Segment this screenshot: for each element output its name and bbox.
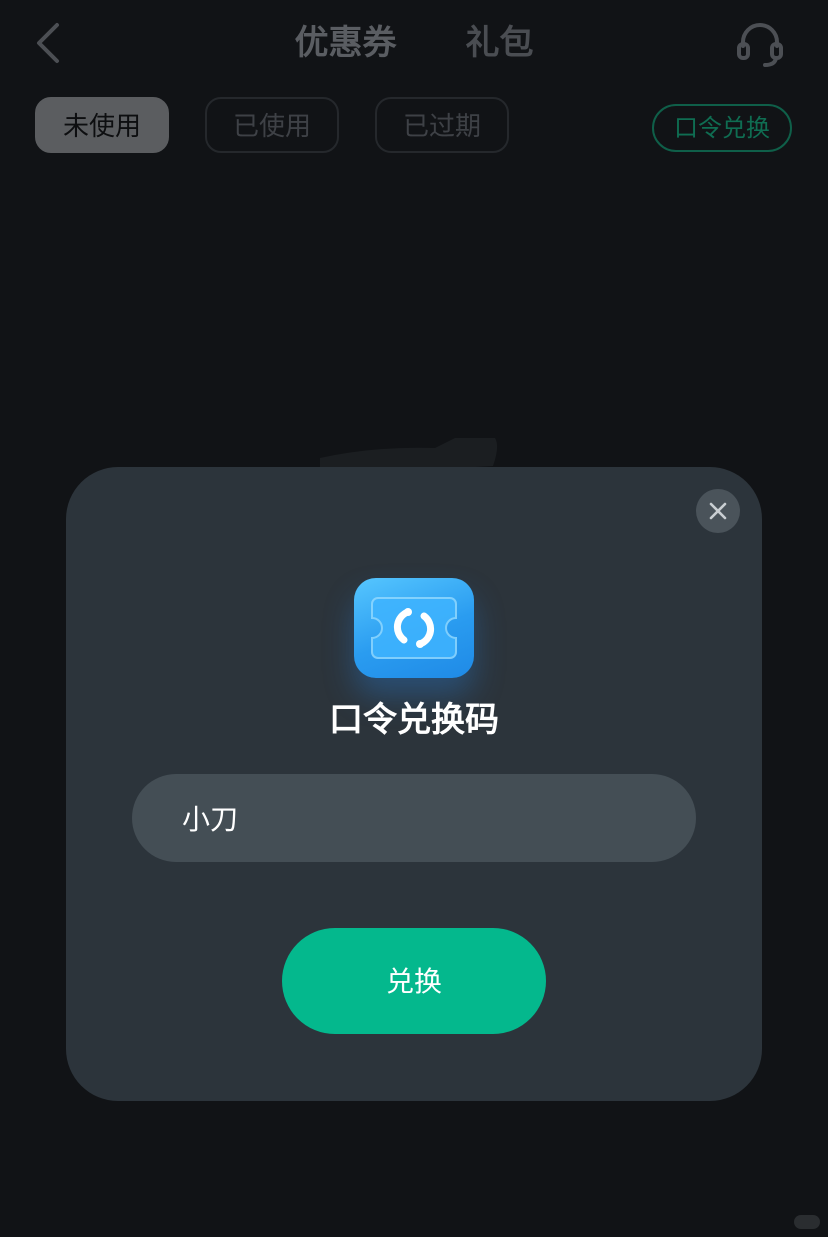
close-button[interactable] [696,489,740,533]
coupon-status-filters: 未使用 已使用 已过期 [35,97,510,155]
coupon-page: 优惠券 礼包 未使用 已使用 已过期 口令兑换 口令兑换码 小刀 兑换 [0,0,828,1237]
filter-expired[interactable]: 已过期 [375,97,510,153]
dialog-title: 口令兑换码 [329,700,499,740]
redeem-code-dialog: 口令兑换码 兑换 [66,467,762,1101]
exchange-button[interactable]: 兑换 [282,928,546,1034]
tab-gift-packs[interactable]: 礼包 [466,18,534,68]
headset-icon [737,23,783,67]
watermark-badge [794,1215,820,1229]
code-redeem-button[interactable]: 口令兑换 [652,104,792,152]
filter-unused[interactable]: 未使用 [35,97,170,153]
ticket-exchange-icon [354,578,474,678]
filter-used[interactable]: 已使用 [205,97,340,153]
top-tabs: 优惠券 礼包 [0,18,828,68]
top-nav-bar: 优惠券 礼包 [0,0,828,90]
tab-coupons[interactable]: 优惠券 [294,18,396,68]
ticket-icon [371,597,457,659]
customer-service-button[interactable] [732,18,788,70]
close-icon [709,502,727,520]
redeem-code-input[interactable] [132,774,696,862]
